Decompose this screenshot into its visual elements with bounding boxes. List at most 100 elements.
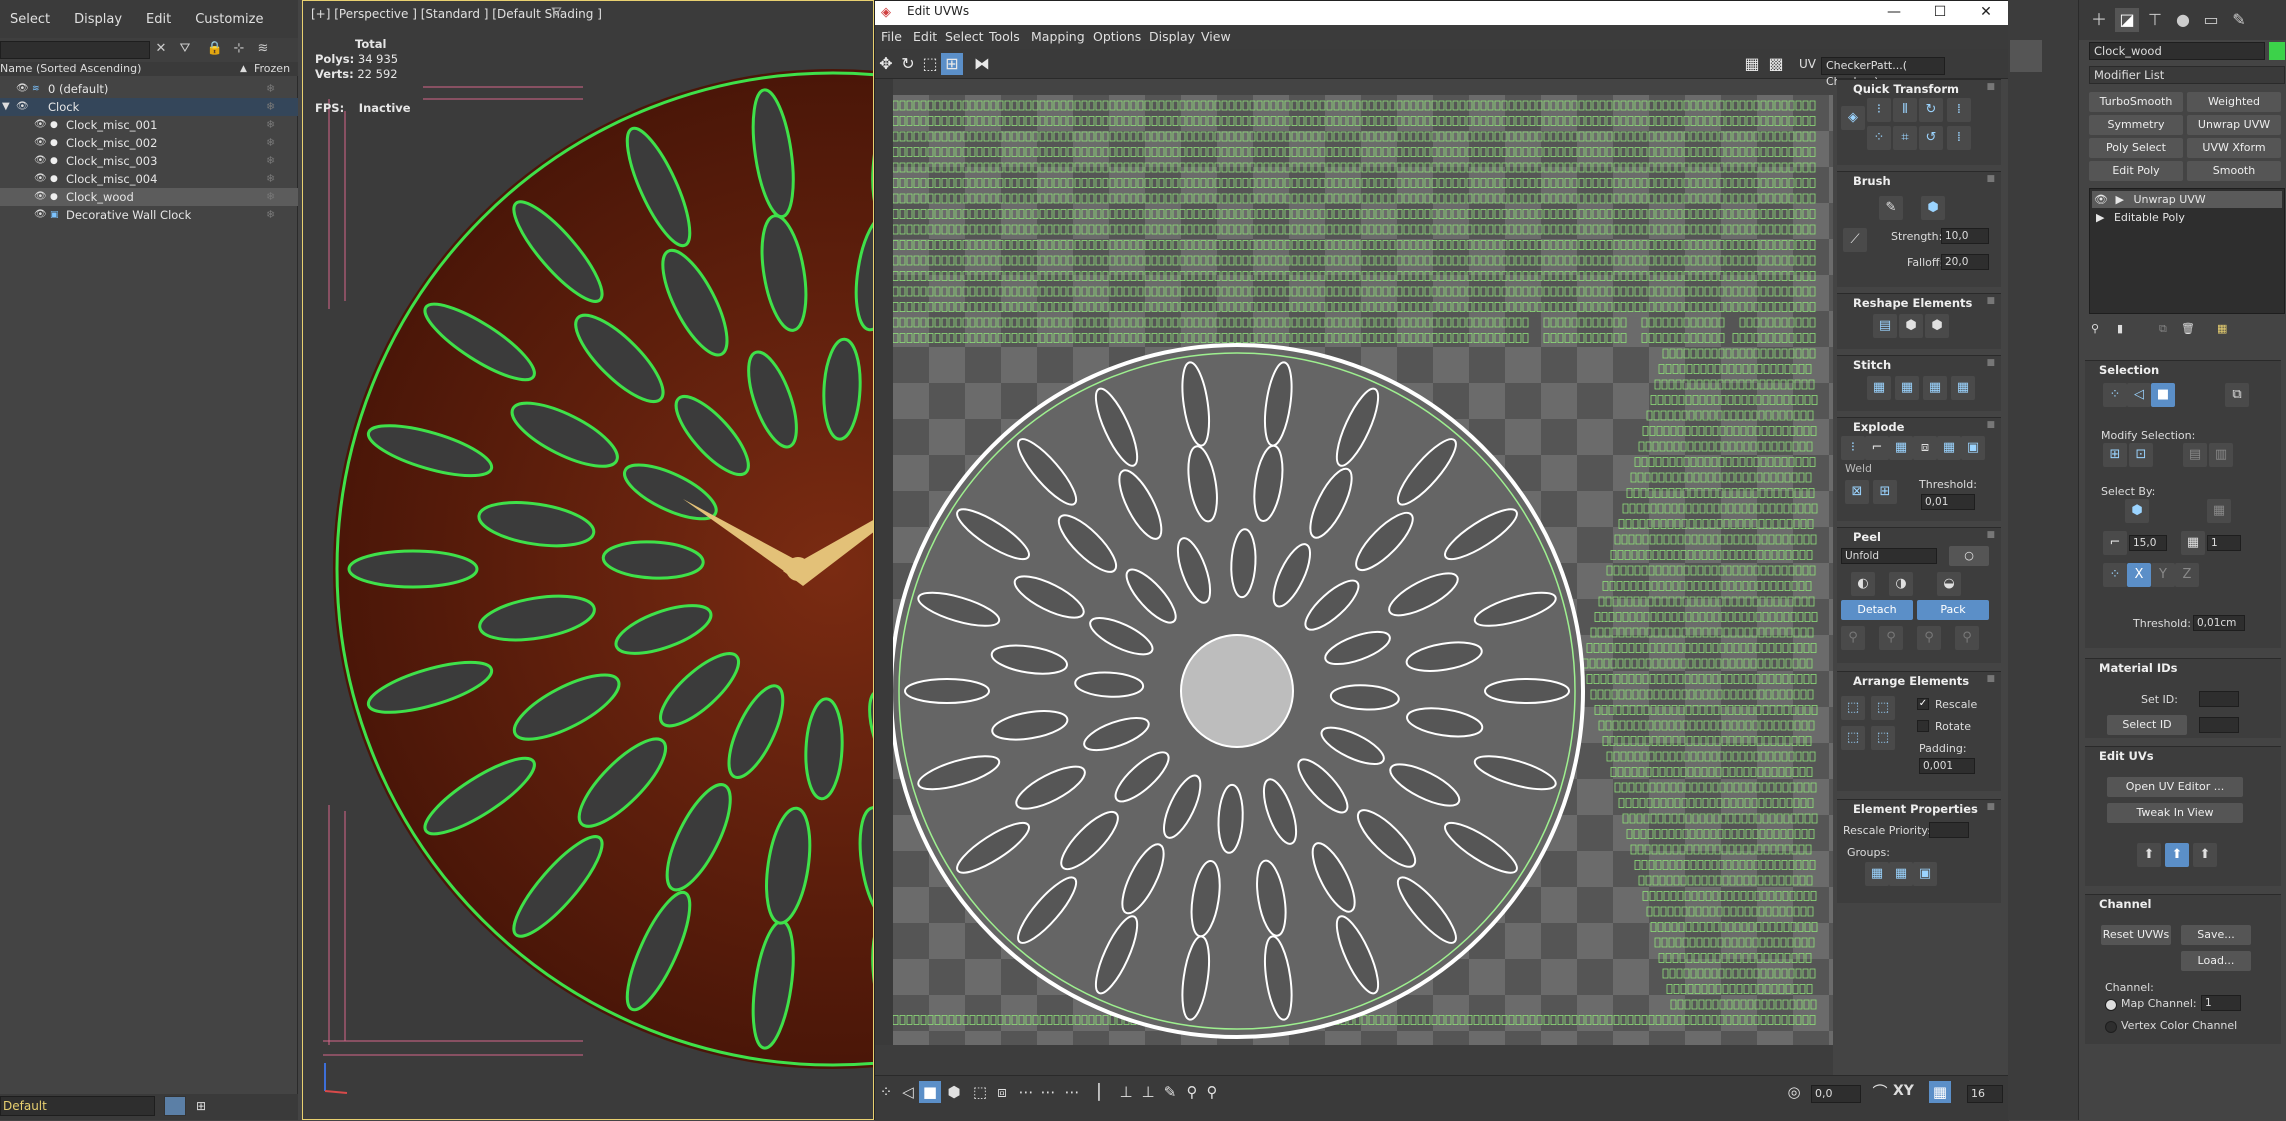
map-channel-spinner[interactable]: 1 (2201, 995, 2241, 1011)
straighten-icon[interactable]: ⁘ (1867, 126, 1891, 150)
tree-row-object[interactable]: 👁 ● Clock_misc_004 ❄ (0, 170, 298, 188)
uv-titlebar[interactable] (875, 1, 2009, 25)
stitch-source-icon[interactable]: ▦ (1895, 376, 1919, 400)
paint-select-icon[interactable]: ⧈ (991, 1081, 1013, 1103)
tree-row-clock-layer[interactable]: ▼ 👁 Clock ❄ (0, 98, 298, 116)
viewport-nav-gizmo[interactable] (2010, 40, 2042, 72)
weighted-normals-button[interactable]: Weighted Normals (2187, 92, 2281, 128)
align-horiz-icon[interactable]: ⁞ (1947, 98, 1971, 122)
ring-icon[interactable]: ▏ (1093, 1081, 1115, 1103)
rescale-priority-spinner[interactable] (1929, 822, 1969, 838)
weld-selected-icon[interactable]: ▦ (1937, 436, 1961, 460)
eye-icon[interactable]: 👁 (2094, 193, 2108, 206)
rollout-title[interactable]: Arrange Elements (1853, 674, 1969, 688)
z-axis-icon[interactable]: Z (2175, 563, 2199, 587)
rollout-title[interactable]: Channel (2099, 897, 2152, 911)
rollout-title[interactable]: Material IDs (2099, 661, 2178, 675)
tree-row-object[interactable]: 👁 ● Clock_misc_001 ❄ (0, 116, 298, 134)
rollout-pin-icon[interactable]: ■ (1986, 358, 1995, 368)
vertex-color-radio[interactable] (2105, 1021, 2117, 1033)
element-mode-icon[interactable]: ⬢ (943, 1081, 965, 1103)
relax-until-flat-icon[interactable]: ⬢ (1899, 314, 1923, 338)
align-vert-icon[interactable]: ⁞ (1947, 126, 1971, 150)
visibility-eye-icon[interactable]: 👁 (16, 80, 29, 98)
column-frozen[interactable]: Frozen (254, 62, 290, 76)
menu-edit[interactable]: Edit (913, 29, 937, 44)
polygon-select-icon[interactable]: ■ (2151, 383, 2175, 407)
mirror-icon[interactable]: ⧓ (971, 53, 993, 75)
rollout-title[interactable]: Peel (1853, 530, 1881, 544)
unpin-icon[interactable]: ⚲ (1917, 626, 1941, 650)
rollout-title[interactable]: Explode (1853, 420, 1904, 434)
smooth-button[interactable]: Smooth (2187, 161, 2281, 181)
uv-edit-canvas[interactable] (893, 95, 1833, 1045)
pin-verts-icon[interactable]: ⚲ (1879, 626, 1903, 650)
expand-icon[interactable]: ▶ (2096, 211, 2104, 224)
weld-all-icon[interactable]: ⊠ (1845, 480, 1869, 504)
configure-sets-icon[interactable]: ▦ (2217, 322, 2227, 335)
rollout-title[interactable]: Edit UVs (2099, 749, 2154, 763)
motion-tab-icon[interactable]: ● (2171, 8, 2195, 32)
map-channel-radio[interactable] (2105, 999, 2117, 1011)
rollout-pin-icon[interactable]: ■ (1986, 420, 1995, 430)
loop-icon[interactable]: ⋯ (1061, 1081, 1083, 1103)
relax-brush-icon[interactable]: ✎ (1159, 1081, 1181, 1103)
save-button[interactable]: Save... (2181, 925, 2251, 945)
object-name-field[interactable]: Clock_wood (2089, 42, 2265, 60)
menu-select[interactable]: Select (10, 12, 50, 27)
line-tool-icon[interactable]: ⟋ (1843, 228, 1867, 252)
rollout-title[interactable]: Element Properties (1853, 802, 1978, 816)
open-uv-editor-button[interactable]: Open UV Editor ... (2107, 777, 2243, 797)
scene-search-input[interactable] (0, 41, 150, 59)
zoom-field[interactable]: 16 (1967, 1085, 2003, 1103)
threshold-spinner[interactable]: 0,01cm (2193, 615, 2245, 631)
stack-item-editable-poly[interactable]: ▶ Editable Poly (2092, 209, 2282, 226)
relax-icon[interactable]: ⬢ (1921, 196, 1945, 220)
stitch-custom-icon[interactable]: ▦ (1867, 376, 1891, 400)
select-region-icon[interactable]: ⬚ (969, 1081, 991, 1103)
grid-toggle-icon[interactable]: ▩ (1765, 53, 1787, 75)
visibility-eye-icon[interactable]: 👁 (16, 98, 29, 116)
align-columns-icon[interactable]: ⦀ (1893, 98, 1917, 122)
tree-row-object-selected[interactable]: 👁 ● Clock_wood ❄ (0, 188, 298, 206)
select-id-button[interactable]: Select ID (2107, 715, 2187, 735)
peel-options-icon[interactable]: ○ (1949, 546, 1989, 566)
menu-file[interactable]: File (881, 29, 902, 44)
hierarchy-icon[interactable]: ⊹ (230, 40, 248, 58)
freeze-icon[interactable]: ❄ (266, 152, 275, 170)
weld-threshold-icon[interactable]: ⊞ (1873, 480, 1897, 504)
pin-edges-icon[interactable]: ⚲ (1841, 626, 1865, 650)
minimize-icon[interactable]: — (1871, 1, 1917, 25)
detach-button[interactable]: Detach (1841, 600, 1913, 620)
padding-spinner[interactable]: 0,001 (1919, 758, 1975, 774)
edit-poly-button[interactable]: Edit Poly (2089, 161, 2183, 181)
show-end-result-icon[interactable]: ▮ (2117, 322, 2123, 335)
align-vertical-icon[interactable]: ⊥ (1115, 1081, 1137, 1103)
rollout-title[interactable]: Quick Transform (1853, 82, 1959, 96)
symmetry-button[interactable]: Symmetry (2089, 115, 2183, 135)
perspective-viewport[interactable]: [+] [Perspective ] [Standard ] [Default … (302, 0, 874, 1120)
edge-select-icon[interactable]: ◁ (2127, 383, 2151, 407)
unwrap-uvw-button[interactable]: Unwrap UVW (2187, 115, 2281, 135)
filter-icon[interactable]: ⛛ (176, 40, 194, 58)
visibility-eye-icon[interactable]: 👁 (34, 116, 47, 134)
set-pivot-icon[interactable]: ◈ (1841, 106, 1865, 130)
pack-together-icon[interactable]: ⬚ (1871, 696, 1895, 720)
rollout-pin-icon[interactable]: ■ (1986, 82, 1995, 92)
scene-explorer-toggle-icon[interactable]: ⊞ (190, 1096, 212, 1116)
turbosmooth-button[interactable]: TurboSmooth (2089, 92, 2183, 112)
poly-select-button[interactable]: Poly Select (2089, 138, 2183, 158)
ring-select-icon[interactable]: ▥ (2209, 443, 2233, 467)
move-icon[interactable]: ✥ (875, 53, 897, 75)
loop-count-spinner[interactable]: 1 (2207, 535, 2241, 551)
tree-row-object[interactable]: 👁 ● Clock_misc_002 ❄ (0, 134, 298, 152)
freeze-icon[interactable]: ❄ (266, 206, 275, 224)
remove-modifier-icon[interactable]: 🗑 (2181, 322, 2195, 335)
menu-select[interactable]: Select (945, 29, 984, 44)
edge-mode-icon[interactable]: ◁ (897, 1081, 919, 1103)
visibility-eye-icon[interactable]: 👁 (34, 206, 47, 224)
quick-peel-map-icon[interactable]: ⬆ (2165, 843, 2189, 867)
peel-mode-dropdown[interactable]: Unfold (1841, 548, 1937, 564)
expand-arrow-icon[interactable]: ▼ (2, 98, 10, 116)
utilities-tab-icon[interactable]: ✎ (2227, 8, 2251, 32)
